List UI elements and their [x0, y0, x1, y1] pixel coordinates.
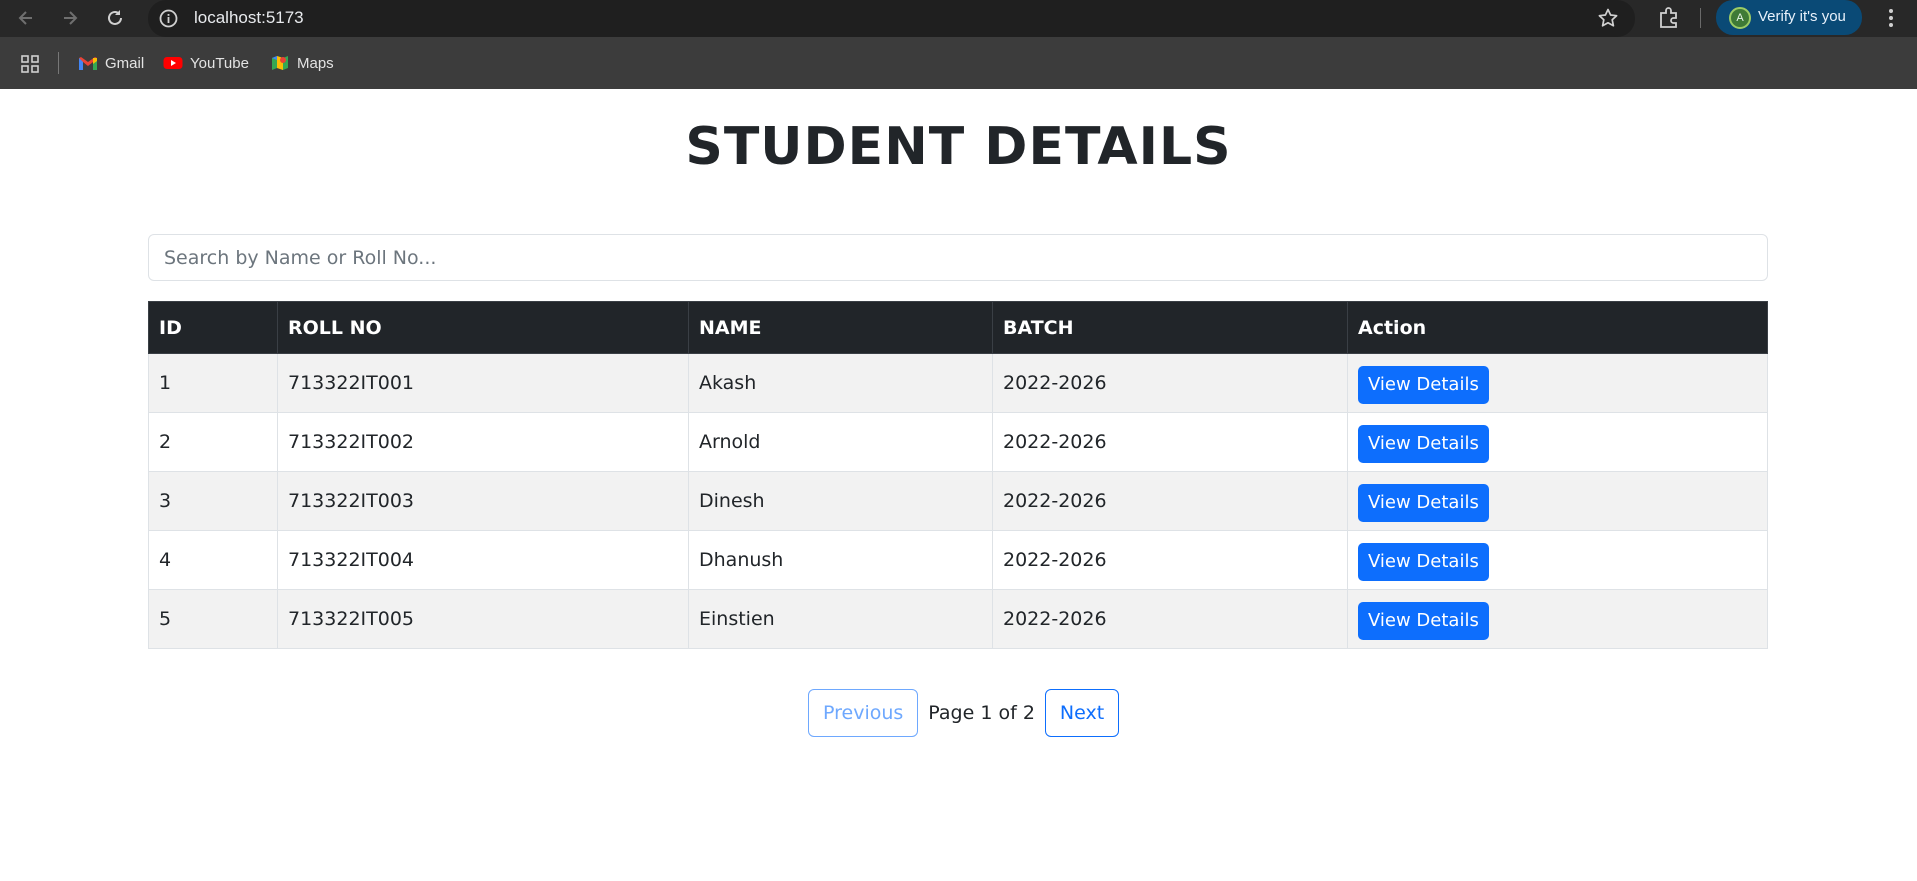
next-page-button[interactable]: Next	[1044, 689, 1120, 737]
cell-batch: 2022-2026	[992, 471, 1348, 531]
avatar: A	[1729, 7, 1751, 29]
cell-id: 2	[148, 412, 278, 472]
table-row: 1 713322IT001 Akash 2022-2026 View Detai…	[148, 353, 1768, 413]
cell-roll-no: 713322IT001	[277, 353, 689, 413]
table-row: 4 713322IT004 Dhanush 2022-2026 View Det…	[148, 530, 1768, 590]
browser-toolbar: localhost:5173 A Verify it's you	[0, 0, 1917, 37]
column-header-id: ID	[148, 301, 278, 354]
url-text: localhost:5173	[194, 8, 304, 27]
cell-name: Dinesh	[688, 471, 993, 531]
cell-batch: 2022-2026	[992, 589, 1348, 649]
more-vertical-icon	[1889, 9, 1893, 27]
page-indicator: Page 1 of 2	[928, 702, 1035, 724]
cell-name: Dhanush	[688, 530, 993, 590]
view-details-button[interactable]: View Details	[1358, 483, 1489, 522]
cell-name: Akash	[688, 353, 993, 413]
toolbar-divider	[1700, 8, 1701, 28]
forward-button[interactable]	[55, 4, 85, 32]
cell-roll-no: 713322IT003	[277, 471, 689, 531]
bookmarks-divider	[58, 52, 59, 74]
maps-icon	[272, 56, 288, 70]
pagination: Previous Page 1 of 2 Next	[808, 689, 1120, 737]
profile-button[interactable]: A Verify it's you	[1716, 0, 1862, 35]
column-header-roll-no: ROLL NO	[277, 301, 689, 354]
table-row: 5 713322IT005 Einstien 2022-2026 View De…	[148, 589, 1768, 649]
cell-id: 1	[148, 353, 278, 413]
cell-batch: 2022-2026	[992, 353, 1348, 413]
previous-page-button[interactable]: Previous	[808, 689, 919, 737]
cell-id: 4	[148, 530, 278, 590]
profile-label: Verify it's you	[1758, 8, 1846, 25]
cell-id: 3	[148, 471, 278, 531]
column-header-batch: BATCH	[992, 301, 1348, 354]
cell-action: View Details	[1347, 589, 1768, 649]
view-details-button[interactable]: View Details	[1358, 601, 1489, 640]
column-header-name: NAME	[688, 301, 993, 354]
browser-chrome: localhost:5173 A Verify it's you Gmail Y…	[0, 0, 1917, 89]
cell-roll-no: 713322IT002	[277, 412, 689, 472]
search-input[interactable]	[148, 234, 1768, 281]
cell-name: Einstien	[688, 589, 993, 649]
arrow-left-icon	[18, 11, 32, 25]
table-row: 2 713322IT002 Arnold 2022-2026 View Deta…	[148, 412, 1768, 472]
browser-menu-button[interactable]	[1878, 5, 1904, 31]
view-details-button[interactable]: View Details	[1358, 424, 1489, 463]
cell-action: View Details	[1347, 471, 1768, 531]
youtube-icon	[163, 57, 183, 69]
reload-icon	[108, 10, 122, 25]
apps-grid-icon[interactable]	[20, 54, 40, 74]
cell-name: Arnold	[688, 412, 993, 472]
bookmark-youtube[interactable]: YouTube	[163, 52, 249, 74]
table-row: 3 713322IT003 Dinesh 2022-2026 View Deta…	[148, 471, 1768, 531]
cell-action: View Details	[1347, 353, 1768, 413]
cell-roll-no: 713322IT005	[277, 589, 689, 649]
bookmark-label: Maps	[297, 54, 334, 72]
view-details-button[interactable]: View Details	[1358, 542, 1489, 581]
bookmark-star-icon[interactable]	[1597, 7, 1619, 29]
address-bar[interactable]: localhost:5173	[148, 0, 1635, 37]
column-header-action: Action	[1347, 301, 1768, 354]
bookmarks-bar: Gmail YouTube Maps	[0, 37, 1917, 89]
bookmark-label: Gmail	[105, 54, 145, 72]
bookmark-gmail[interactable]: Gmail	[78, 52, 144, 74]
cell-id: 5	[148, 589, 278, 649]
table-header-row: ID ROLL NO NAME BATCH Action	[148, 301, 1768, 354]
cell-roll-no: 713322IT004	[277, 530, 689, 590]
back-button[interactable]	[11, 4, 41, 32]
site-info-icon[interactable]	[158, 8, 179, 29]
cell-action: View Details	[1347, 412, 1768, 472]
students-table: ID ROLL NO NAME BATCH Action 1 713322IT0…	[148, 301, 1768, 649]
bookmark-maps[interactable]: Maps	[270, 52, 334, 74]
reload-button[interactable]	[100, 4, 130, 32]
extensions-icon[interactable]	[1656, 5, 1682, 31]
gmail-icon	[79, 57, 97, 70]
cell-batch: 2022-2026	[992, 412, 1348, 472]
view-details-button[interactable]: View Details	[1358, 365, 1489, 404]
arrow-right-icon	[64, 11, 78, 25]
cell-action: View Details	[1347, 530, 1768, 590]
page-title: STUDENT DETAILS	[685, 117, 1232, 177]
bookmark-label: YouTube	[190, 54, 249, 72]
cell-batch: 2022-2026	[992, 530, 1348, 590]
